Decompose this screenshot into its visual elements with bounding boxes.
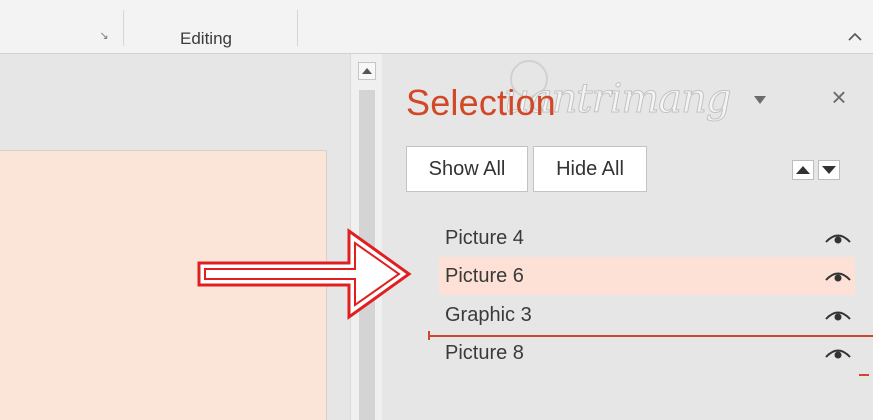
close-icon[interactable]: × <box>828 84 850 110</box>
layer-name: Picture 6 <box>445 265 524 287</box>
triangle-down-icon <box>822 166 836 174</box>
chevron-up-icon[interactable] <box>846 30 864 44</box>
layer-name: Picture 4 <box>445 227 524 249</box>
editing-group-button[interactable]: Editing <box>180 29 232 49</box>
dialog-launcher-icon[interactable]: ↘ <box>98 30 110 42</box>
ribbon: ↘ Editing <box>0 0 873 54</box>
drag-marker-dash <box>859 374 869 376</box>
eye-icon[interactable] <box>824 346 852 360</box>
layer-item-graphic-3[interactable]: Graphic 3 <box>439 296 855 334</box>
eye-icon[interactable] <box>824 269 852 283</box>
eye-icon[interactable] <box>824 231 852 245</box>
send-backward-button[interactable] <box>818 160 840 180</box>
bring-forward-button[interactable] <box>792 160 814 180</box>
triangle-up-icon <box>796 166 810 174</box>
layer-item-picture-8[interactable]: Picture 8 <box>439 334 855 372</box>
selection-pane: uantrimang Selection × Show All Hide All… <box>382 54 873 420</box>
ribbon-divider <box>297 10 298 46</box>
pane-title: Selection <box>406 82 556 123</box>
ribbon-divider <box>123 10 124 46</box>
layer-name: Graphic 3 <box>445 304 532 326</box>
show-all-button[interactable]: Show All <box>406 146 528 192</box>
hide-all-button[interactable]: Hide All <box>533 146 647 192</box>
layer-item-picture-4[interactable]: Picture 4 <box>439 219 855 257</box>
layer-item-picture-6[interactable]: Picture 6 <box>439 257 855 295</box>
pane-options-icon[interactable] <box>754 96 766 104</box>
eye-icon[interactable] <box>824 308 852 322</box>
scroll-up-button[interactable] <box>358 62 376 80</box>
layer-name: Picture 8 <box>445 342 524 364</box>
triangle-up-icon <box>362 68 372 74</box>
annotation-arrow-icon <box>197 228 412 320</box>
